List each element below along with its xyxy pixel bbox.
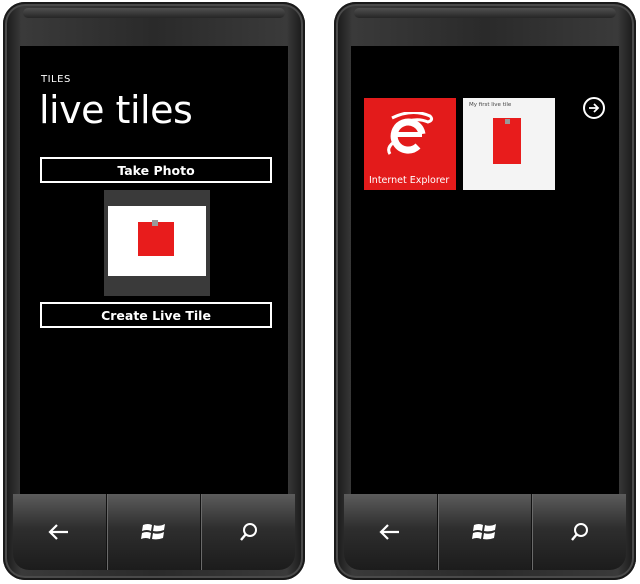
hardware-button-bar-right — [344, 494, 626, 570]
hardware-button-bar-left — [13, 494, 295, 570]
speaker-grille — [354, 8, 616, 18]
back-icon — [48, 524, 69, 540]
pin-mark — [152, 220, 158, 226]
phone-screen-left: TILES live tiles Take Photo Create Live … — [20, 46, 288, 494]
search-icon — [239, 523, 257, 541]
phone-right: Internet Explorer My first live tile — [334, 2, 636, 580]
custom-live-tile[interactable]: My first live tile — [463, 98, 555, 190]
photo-preview — [104, 190, 210, 296]
internet-explorer-tile[interactable]: Internet Explorer — [364, 98, 456, 190]
windows-icon — [141, 524, 165, 540]
arrow-right-button[interactable] — [583, 97, 605, 119]
phone-left: TILES live tiles Take Photo Create Live … — [3, 2, 305, 580]
page-title: live tiles — [39, 88, 193, 132]
take-photo-button[interactable]: Take Photo — [40, 157, 272, 183]
windows-icon — [472, 524, 496, 540]
red-square-image — [493, 118, 521, 164]
search-button[interactable] — [532, 494, 626, 570]
search-icon — [570, 523, 588, 541]
search-button[interactable] — [201, 494, 295, 570]
back-icon — [379, 524, 400, 540]
internet-explorer-icon — [387, 112, 434, 155]
back-button[interactable] — [344, 494, 438, 570]
red-square-image — [138, 222, 174, 256]
pin-mark — [505, 119, 510, 124]
create-live-tile-button[interactable]: Create Live Tile — [40, 302, 272, 328]
phone-screen-right: Internet Explorer My first live tile — [351, 46, 619, 494]
start-button[interactable] — [437, 494, 533, 570]
tile-label: Internet Explorer — [369, 175, 450, 186]
start-button[interactable] — [106, 494, 202, 570]
photo-preview-image — [108, 206, 206, 276]
arrow-right-icon — [589, 103, 600, 113]
speaker-grille — [23, 8, 285, 18]
app-title: TILES — [41, 74, 71, 85]
tile-title: My first live tile — [469, 102, 512, 108]
back-button[interactable] — [13, 494, 107, 570]
